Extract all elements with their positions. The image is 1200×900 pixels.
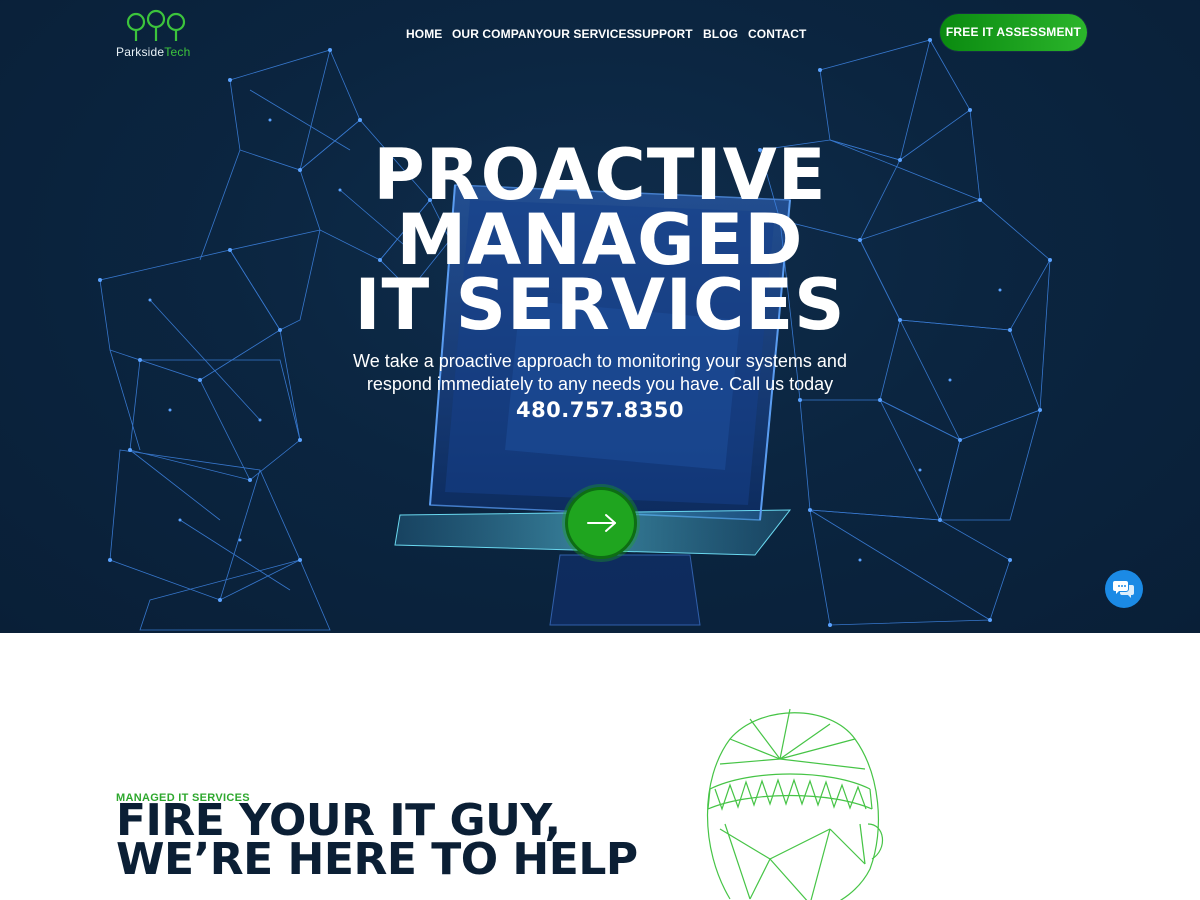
managed-services-section: MANAGED IT SERVICES FIRE YOUR IT GUY, WE… xyxy=(0,633,1200,900)
nav-item-contact[interactable]: CONTACT xyxy=(748,27,806,41)
section-title-line2: WE’RE HERE TO HELP xyxy=(116,834,638,885)
hero-subtext-line1: We take a proactive approach to monitori… xyxy=(353,351,847,371)
nav-item-support[interactable]: SUPPORT xyxy=(634,27,693,41)
hero-headline-line3: IT SERVICES xyxy=(354,264,846,346)
hero-subtext-line2: respond immediately to any needs you hav… xyxy=(366,374,834,394)
phone-number[interactable]: 480.757.8350 xyxy=(450,398,750,422)
chat-bubbles-icon xyxy=(1113,581,1134,598)
nav-item-blog[interactable]: BLOG xyxy=(703,27,738,41)
wireframe-head-icon xyxy=(706,708,883,900)
arrow-right-icon xyxy=(587,514,616,532)
hero-banner: ParksideTech HOME OUR COMPANY OUR SERVIC… xyxy=(0,0,1200,633)
brand-name-part1: Parkside xyxy=(116,45,165,59)
brand-name: ParksideTech xyxy=(116,45,190,59)
hero-subtext: We take a proactive approach to monitori… xyxy=(330,350,870,396)
chat-widget-button[interactable] xyxy=(1105,570,1143,608)
hero-headline: PROACTIVE MANAGED IT SERVICES xyxy=(300,140,900,346)
nav-item-our-services[interactable]: OUR SERVICES xyxy=(543,27,635,41)
nav-item-our-company[interactable]: OUR COMPANY xyxy=(452,27,544,41)
brand-name-part2: Tech xyxy=(164,45,191,59)
nav-item-home[interactable]: HOME xyxy=(406,27,442,41)
hero-next-button[interactable] xyxy=(565,487,637,559)
free-it-assessment-button[interactable]: FREE IT ASSESSMENT xyxy=(940,14,1087,51)
section-title: FIRE YOUR IT GUY, WE’RE HERE TO HELP xyxy=(116,799,638,885)
